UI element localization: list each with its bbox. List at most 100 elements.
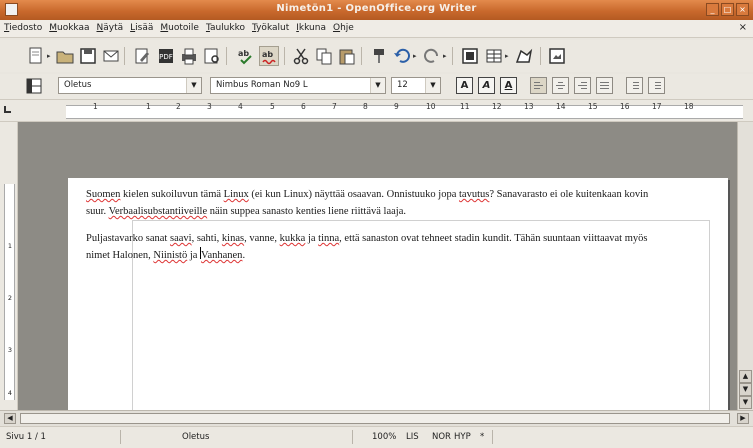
save-icon[interactable] <box>78 46 98 66</box>
vertical-ruler-label: 1 <box>7 242 13 250</box>
spell-error-word[interactable]: kukka <box>280 233 306 244</box>
open-folder-icon[interactable] <box>55 46 75 66</box>
insert-mode-indicator[interactable]: LIS <box>406 432 419 442</box>
spell-error-word[interactable]: tavutus <box>459 189 489 200</box>
horizontal-ruler[interactable]: 1 1 2 3 4 5 6 7 8 9 10 11 12 13 14 15 16… <box>0 100 753 122</box>
gallery-icon[interactable] <box>547 46 567 66</box>
document-text[interactable]: Suomen kielen sukoiluvun tämä Linux (ei … <box>86 186 661 274</box>
font-name-combo[interactable]: Nimbus Roman No9 L ▼ <box>210 77 386 94</box>
scroll-right-icon[interactable]: ▶ <box>737 413 749 424</box>
chevron-down-icon[interactable]: ▼ <box>186 78 201 93</box>
font-size-value: 12 <box>397 80 408 90</box>
vertical-scrollbar[interactable]: ▲ ▼ ▼ <box>737 122 753 410</box>
draw-functions-icon[interactable] <box>514 46 534 66</box>
print-icon[interactable] <box>179 46 199 66</box>
menu-help[interactable]: Ohje <box>333 23 354 33</box>
undo-dropdown-arrow-icon[interactable]: ▸ <box>413 52 417 60</box>
cut-icon[interactable] <box>291 46 311 66</box>
close-document-button[interactable]: × <box>739 22 747 33</box>
tab-stop-selector-icon[interactable] <box>4 106 11 113</box>
horizontal-scroll-thumb[interactable] <box>20 413 730 424</box>
spell-error-word[interactable]: Suomen <box>86 189 120 200</box>
redo-dropdown-arrow-icon[interactable]: ▸ <box>443 52 447 60</box>
format-paintbrush-icon[interactable] <box>369 46 389 66</box>
ruler-label: 6 <box>301 102 306 111</box>
ruler-label: 3 <box>207 102 212 111</box>
redo-icon[interactable] <box>422 46 442 66</box>
table-dropdown-arrow-icon[interactable]: ▸ <box>505 52 509 60</box>
ruler-label: 13 <box>524 102 534 111</box>
numbering-button[interactable] <box>626 77 643 94</box>
new-dropdown-arrow-icon[interactable]: ▸ <box>47 52 51 60</box>
vertical-ruler[interactable]: 1 2 3 4 <box>0 122 18 410</box>
menu-file[interactable]: Tiedosto <box>4 23 42 33</box>
paragraph-style-combo[interactable]: Oletus ▼ <box>58 77 202 94</box>
selection-mode-indicator[interactable]: NOR <box>432 432 451 442</box>
standard-toolbar: ▸ PDF ab ab ▸ ▸ ▸ <box>0 40 753 72</box>
undo-icon[interactable] <box>392 46 412 66</box>
paste-icon[interactable] <box>337 46 357 66</box>
spell-error-word[interactable]: kinas <box>222 233 244 244</box>
close-window-button[interactable]: × <box>736 3 749 16</box>
page-indicator[interactable]: Sivu 1 / 1 <box>6 432 46 442</box>
align-left-button[interactable] <box>530 77 547 94</box>
hyperlink-mode-indicator[interactable]: HYP <box>454 432 471 442</box>
align-center-button[interactable] <box>552 77 569 94</box>
page-preview-icon[interactable] <box>202 46 222 66</box>
chevron-down-icon[interactable]: ▼ <box>425 78 440 93</box>
toolbar-separator <box>284 47 285 65</box>
spell-error-word[interactable]: saavi <box>170 233 192 244</box>
horizontal-scrollbar[interactable]: ◀ ▶ <box>0 410 753 426</box>
scroll-down-icon[interactable]: ▼ <box>739 383 752 396</box>
maximize-button[interactable]: □ <box>721 3 734 16</box>
styles-formatting-icon[interactable] <box>24 76 44 96</box>
paragraph-2[interactable]: Puljastavarko sanat saavi, sahti, kinas,… <box>86 230 661 264</box>
menu-table[interactable]: Taulukko <box>206 23 245 33</box>
font-size-combo[interactable]: 12 ▼ <box>391 77 441 94</box>
copy-icon[interactable] <box>314 46 334 66</box>
document-area: Suomen kielen sukoiluvun tämä Linux (ei … <box>18 122 737 410</box>
spell-error-word[interactable]: Linux <box>224 189 249 200</box>
ruler-label: 8 <box>363 102 368 111</box>
zoom-indicator[interactable]: 100% <box>372 432 396 442</box>
underline-button[interactable]: A <box>500 77 517 94</box>
align-right-button[interactable] <box>574 77 591 94</box>
spell-error-word[interactable]: Vanhanen <box>201 250 242 261</box>
toolbar-separator <box>226 47 227 65</box>
email-icon[interactable] <box>101 46 121 66</box>
ruler-label: 16 <box>620 102 630 111</box>
align-justify-button[interactable] <box>596 77 613 94</box>
page-navigation-icon[interactable]: ▼ <box>739 396 752 409</box>
menu-window[interactable]: Ikkuna <box>296 23 326 33</box>
page-style-indicator[interactable]: Oletus <box>182 432 209 442</box>
new-document-icon[interactable] <box>26 46 46 66</box>
spell-error-word[interactable]: Niinistö <box>153 250 187 261</box>
spell-error-word[interactable]: tinna <box>318 233 339 244</box>
minimize-button[interactable]: _ <box>706 3 719 16</box>
bold-button[interactable]: A <box>456 77 473 94</box>
navigator-icon[interactable] <box>460 46 480 66</box>
export-pdf-icon[interactable]: PDF <box>156 46 176 66</box>
scroll-up-icon[interactable]: ▲ <box>739 370 752 383</box>
auto-spellcheck-icon[interactable]: ab <box>259 46 279 66</box>
chevron-down-icon[interactable]: ▼ <box>370 78 385 93</box>
menu-tools[interactable]: Työkalut <box>252 23 289 33</box>
menu-view[interactable]: Näytä <box>97 23 124 33</box>
menu-insert[interactable]: Lisää <box>130 23 153 33</box>
vertical-ruler-label: 2 <box>7 294 13 302</box>
italic-button[interactable]: A <box>478 77 495 94</box>
text-run: ja <box>305 233 319 244</box>
bullets-button[interactable] <box>648 77 665 94</box>
ruler-label: 1 <box>146 102 151 111</box>
scroll-left-icon[interactable]: ◀ <box>4 413 16 424</box>
paragraph-1[interactable]: Suomen kielen sukoiluvun tämä Linux (ei … <box>86 186 661 220</box>
spell-error-word[interactable]: Verbaalisubstantiiveille <box>109 206 208 217</box>
edit-file-icon[interactable] <box>132 46 152 66</box>
vertical-ruler-label: 3 <box>7 346 13 354</box>
menu-edit[interactable]: Muokkaa <box>49 23 89 33</box>
spellcheck-icon[interactable]: ab <box>236 46 256 66</box>
table-icon[interactable] <box>484 46 504 66</box>
menu-format[interactable]: Muotoile <box>160 23 199 33</box>
text-run: , sahti, <box>191 233 222 244</box>
ruler-label: 4 <box>238 102 243 111</box>
